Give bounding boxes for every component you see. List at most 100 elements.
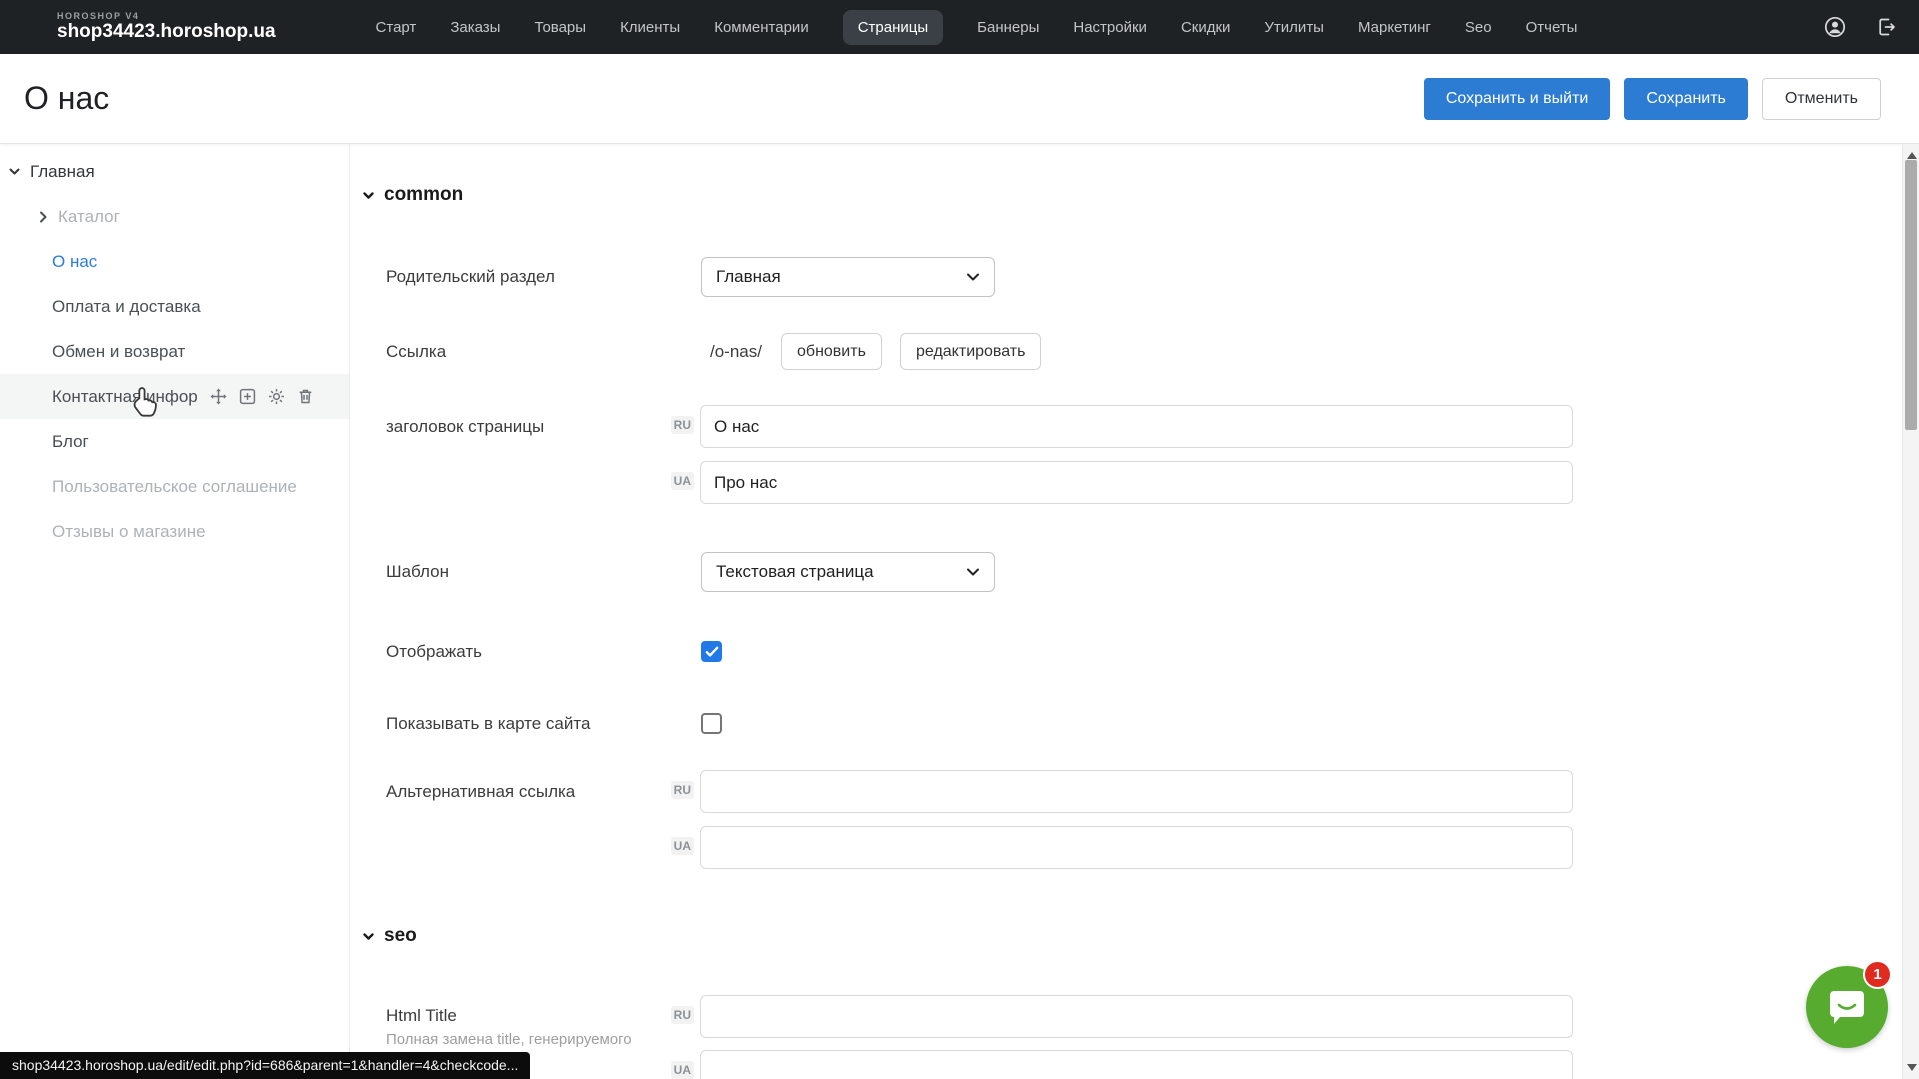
vertical-scrollbar[interactable] (1902, 144, 1919, 1079)
page-title-ua-input[interactable] (700, 461, 1573, 504)
nav-clients[interactable]: Клиенты (620, 19, 680, 36)
display-checkbox[interactable] (701, 641, 722, 662)
account-icon[interactable] (1823, 15, 1847, 39)
logout-icon[interactable] (1875, 16, 1897, 38)
tree-item-user-agreement[interactable]: Пользовательское соглашение (0, 464, 349, 509)
html-title-ru-input[interactable] (700, 995, 1573, 1038)
scrollbar-thumb[interactable] (1905, 160, 1917, 430)
nav-seo[interactable]: Seo (1465, 19, 1492, 36)
tree-item-home[interactable]: Главная (0, 149, 349, 194)
lang-ru-badge: RU (658, 783, 694, 797)
section-seo[interactable]: seo (362, 925, 417, 947)
chevron-down-icon[interactable] (8, 165, 21, 178)
tree-item-label: Отзывы о магазине (52, 522, 206, 542)
brand-domain: shop34423.horoshop.ua (57, 22, 276, 42)
link-preview-statusbar: shop34423.horoshop.ua/edit/edit.php?id=6… (0, 1052, 530, 1079)
chat-bubble-icon (1826, 986, 1868, 1028)
alt-link-label: Альтернативная ссылка (386, 781, 575, 802)
sitemap-label: Показывать в карте сайта (386, 713, 590, 734)
lang-ru-badge: RU (658, 1008, 694, 1022)
parent-section-select[interactable]: Главная (701, 257, 995, 297)
nav-reports[interactable]: Отчеты (1526, 19, 1578, 36)
tree-item-label: Главная (30, 162, 95, 182)
alt-link-ru-input[interactable] (700, 770, 1573, 813)
chat-unread-badge: 1 (1863, 960, 1892, 989)
tree-item-exchange-return[interactable]: Обмен и возврат (0, 329, 349, 374)
page-title: О нас (24, 80, 109, 117)
tree-item-about[interactable]: О нас (0, 239, 349, 284)
nav-utilities[interactable]: Утилиты (1264, 19, 1324, 36)
chevron-right-icon[interactable] (37, 211, 49, 223)
header-buttons: Сохранить и выйти Сохранить Отменить (1424, 78, 1881, 120)
lang-ua-badge: UA (658, 1063, 694, 1077)
tree-item-label: Пользовательское соглашение (52, 477, 297, 497)
nav-products[interactable]: Товары (534, 19, 586, 36)
tree-item-payment-delivery[interactable]: Оплата и доставка (0, 284, 349, 329)
cancel-button[interactable]: Отменить (1762, 78, 1881, 120)
page: HOROSHOP V4 shop34423.horoshop.ua Старт … (0, 0, 1919, 1079)
link-path-value: /o-nas/ (710, 333, 762, 370)
chat-widget-button[interactable]: 1 (1806, 966, 1888, 1048)
add-icon[interactable] (239, 388, 256, 405)
alt-link-ua-input[interactable] (700, 826, 1573, 869)
nav-pages[interactable]: Страницы (843, 10, 943, 45)
tree-item-label: Контактная инфор (52, 387, 198, 407)
tree-item-blog[interactable]: Блог (0, 419, 349, 464)
check-icon (705, 646, 719, 658)
nav-orders[interactable]: Заказы (450, 19, 500, 36)
save-button[interactable]: Сохранить (1624, 78, 1748, 120)
tree-item-catalog[interactable]: Каталог (0, 194, 349, 239)
scroll-down-arrow-icon[interactable] (1907, 1064, 1917, 1071)
nav-banners[interactable]: Баннеры (977, 19, 1039, 36)
chevron-down-icon (362, 189, 375, 202)
section-seo-label: seo (384, 925, 417, 947)
lang-ua-badge: UA (658, 839, 694, 853)
display-label: Отображать (386, 641, 482, 662)
main-nav: Старт Заказы Товары Клиенты Комментарии … (376, 10, 1578, 45)
tree-item-contact-info[interactable]: Контактная инфор (0, 374, 349, 419)
html-title-ua-input[interactable] (700, 1050, 1573, 1079)
page-edit-form: common Родительский раздел Главная Ссылк… (350, 144, 1902, 1079)
tree-item-label: Блог (52, 432, 89, 452)
chevron-down-icon (362, 930, 375, 943)
settings-gear-icon[interactable] (268, 388, 285, 405)
topbar-icons (1823, 15, 1897, 39)
template-select[interactable]: Текстовая страница (701, 552, 995, 592)
topbar: HOROSHOP V4 shop34423.horoshop.ua Старт … (0, 0, 1919, 54)
sitemap-checkbox[interactable] (701, 713, 722, 734)
link-edit-button[interactable]: редактировать (900, 333, 1041, 370)
nav-marketing[interactable]: Маркетинг (1358, 19, 1431, 36)
section-common[interactable]: common (362, 184, 463, 206)
tree-item-label: О нас (52, 252, 97, 272)
chevron-down-icon (966, 272, 980, 282)
tree-item-label: Каталог (58, 207, 120, 227)
page-title-field-label: заголовок страницы (386, 405, 544, 448)
brand-logo[interactable]: HOROSHOP V4 shop34423.horoshop.ua (57, 12, 276, 41)
delete-trash-icon[interactable] (297, 388, 314, 405)
page-header: О нас Сохранить и выйти Сохранить Отмени… (0, 54, 1919, 144)
link-label: Ссылка (386, 333, 446, 370)
pages-tree-sidebar: Главная Каталог О нас Оплата и доставка … (0, 144, 350, 1079)
link-refresh-button[interactable]: обновить (781, 333, 882, 370)
nav-start[interactable]: Старт (376, 19, 417, 36)
html-title-label: Html Title (386, 1006, 457, 1026)
save-and-exit-button[interactable]: Сохранить и выйти (1424, 78, 1611, 120)
template-label: Шаблон (386, 552, 449, 592)
parent-section-label: Родительский раздел (386, 257, 555, 297)
tree-item-actions (210, 388, 314, 405)
tree-item-label: Обмен и возврат (52, 342, 185, 362)
page-title-ru-input[interactable] (700, 405, 1573, 448)
nav-discounts[interactable]: Скидки (1181, 19, 1230, 36)
parent-section-value: Главная (716, 267, 781, 287)
template-value: Текстовая страница (716, 562, 874, 582)
nav-settings[interactable]: Настройки (1073, 19, 1147, 36)
tree-item-label: Оплата и доставка (52, 297, 201, 317)
chevron-down-icon (966, 567, 980, 577)
nav-comments[interactable]: Комментарии (714, 19, 808, 36)
lang-ua-badge: UA (658, 474, 694, 488)
tree-item-store-reviews[interactable]: Отзывы о магазине (0, 509, 349, 554)
lang-ru-badge: RU (658, 418, 694, 432)
move-icon[interactable] (210, 388, 227, 405)
section-common-label: common (384, 184, 463, 206)
scroll-up-arrow-icon[interactable] (1907, 152, 1917, 159)
